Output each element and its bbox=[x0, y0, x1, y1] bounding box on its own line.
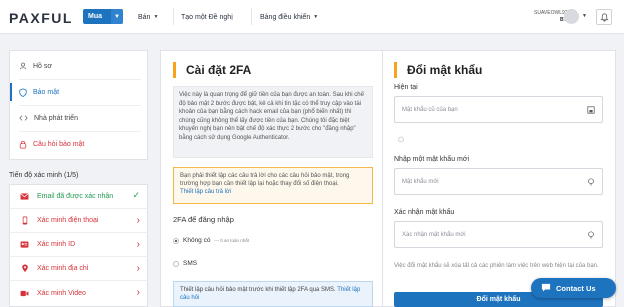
twofa-title: Cài đặt 2FA bbox=[186, 63, 252, 77]
paxful-logo[interactable]: PAXFUL bbox=[9, 10, 73, 26]
change-password-title: Đổi mật khẩu bbox=[407, 63, 483, 77]
verification-item-label: Xác minh điện thoại bbox=[37, 217, 99, 224]
title-accent-bar bbox=[394, 62, 397, 78]
verification-item-address[interactable]: Xác minh địa chỉ › bbox=[10, 257, 149, 281]
radio-label: SMS bbox=[183, 260, 198, 267]
nav-divider bbox=[251, 8, 252, 25]
confirm-password-placeholder: Xác nhận mật khẩu mới bbox=[402, 231, 466, 238]
new-password-placeholder: Mật khẩu mới bbox=[402, 178, 439, 185]
current-password-input[interactable]: Mật khẩu cũ của bạn bbox=[394, 96, 603, 123]
twofa-description: Việc này là quan trọng để giữ tiền của b… bbox=[173, 86, 373, 158]
phone-icon bbox=[20, 216, 29, 225]
sms-setup-info: Thiết lập câu hỏi bảo mật trước khi thiế… bbox=[173, 281, 373, 307]
envelope-icon bbox=[20, 192, 29, 201]
create-offer-link[interactable]: Tạo một Đề nghị bbox=[181, 10, 233, 24]
sidebar-item-developer[interactable]: Nhà phát triển bbox=[10, 106, 149, 130]
login-2fa-section-title: 2FA để đăng nhập bbox=[173, 215, 234, 224]
password-change-hint: Việc đổi mật khẩu sẽ xóa tất cả các phiê… bbox=[394, 263, 599, 269]
sidebar-item-security-questions[interactable]: Câu hỏi bảo mật bbox=[10, 132, 149, 156]
shield-icon bbox=[19, 87, 27, 97]
buy-label: Mua bbox=[88, 13, 102, 20]
id-card-icon bbox=[20, 240, 29, 249]
confirm-password-label: Xác nhận mật khẩu bbox=[394, 209, 455, 216]
verification-item-id[interactable]: Xác minh ID › bbox=[10, 233, 149, 257]
security-question-warning: Bạn phải thiết lập các câu trả lời cho c… bbox=[173, 167, 373, 204]
new-password-input[interactable]: Mật khẩu mới bbox=[394, 168, 603, 195]
avatar[interactable] bbox=[564, 9, 579, 24]
dashboard-dropdown[interactable]: Bảng điều khiển ▼ bbox=[260, 10, 318, 24]
password-manager-icon[interactable] bbox=[586, 105, 595, 114]
eye-icon[interactable] bbox=[397, 136, 405, 145]
info-text: Thiết lập câu hỏi bảo mật trước khi thiế… bbox=[180, 287, 336, 293]
chevron-down-icon: ▼ bbox=[153, 14, 159, 20]
verification-item-label: Xác minh ID bbox=[37, 241, 76, 248]
lock-icon bbox=[19, 140, 27, 148]
setup-answers-link[interactable]: Thiết lập câu trả lời bbox=[180, 189, 231, 195]
contact-us-button[interactable]: Contact Us bbox=[531, 278, 616, 298]
settings-sidebar: Hồ sơ Bảo mật Nhà phát triển Câu hỏi bảo… bbox=[9, 50, 148, 160]
warning-text: Bạn phải thiết lập các câu trả lời cho c… bbox=[180, 173, 350, 187]
notification-bell-icon[interactable] bbox=[596, 9, 612, 25]
radio-button[interactable] bbox=[173, 260, 179, 267]
person-icon bbox=[19, 62, 27, 70]
radio-option-none[interactable]: Không có — Ít an toàn nhất bbox=[173, 237, 249, 244]
verification-progress-label: Tiến độ xác minh (1/5) bbox=[9, 172, 79, 179]
verification-list: Email đã được xác nhận ✓ Xác minh điện t… bbox=[9, 184, 149, 307]
title-accent-bar bbox=[173, 62, 176, 78]
verification-item-email[interactable]: Email đã được xác nhận ✓ bbox=[10, 185, 149, 209]
create-offer-label: Tạo một Đề nghị bbox=[181, 13, 233, 21]
buy-dropdown-button[interactable]: Mua ▼ bbox=[83, 9, 123, 24]
video-icon bbox=[20, 289, 29, 298]
top-navigation-bar: PAXFUL Mua ▼ Bán ▼ Tạo một Đề nghị Bảng … bbox=[0, 0, 624, 34]
sidebar-item-security[interactable]: Bảo mật bbox=[10, 80, 149, 104]
confirm-password-input[interactable]: Xác nhận mật khẩu mới bbox=[394, 221, 603, 248]
sell-dropdown[interactable]: Bán ▼ bbox=[138, 10, 158, 24]
chevron-right-icon: › bbox=[136, 239, 140, 250]
verification-item-label: Xác minh Video bbox=[37, 289, 86, 297]
key-icon[interactable] bbox=[586, 230, 595, 239]
key-icon[interactable] bbox=[586, 177, 595, 186]
verification-item-video[interactable]: Xác minh Video › bbox=[10, 281, 149, 305]
contact-us-label: Contact Us bbox=[556, 283, 596, 293]
sidebar-item-label: Câu hỏi bảo mật bbox=[33, 140, 85, 148]
nav-divider bbox=[173, 8, 174, 25]
radio-label: Không có bbox=[183, 237, 211, 244]
current-password-label: Hiện tại bbox=[394, 84, 418, 91]
dashboard-label: Bảng điều khiển bbox=[260, 13, 311, 21]
radio-button[interactable] bbox=[173, 237, 179, 244]
chevron-down-icon: ▼ bbox=[313, 14, 319, 20]
current-password-placeholder: Mật khẩu cũ của bạn bbox=[402, 106, 458, 113]
verification-item-label: Xác minh địa chỉ bbox=[37, 265, 89, 272]
chat-bubble-icon bbox=[541, 283, 551, 294]
sidebar-item-label: Hồ sơ bbox=[33, 62, 52, 70]
location-icon bbox=[20, 264, 29, 273]
chevron-right-icon: › bbox=[136, 263, 140, 274]
chevron-down-icon[interactable]: ▼ bbox=[582, 13, 587, 19]
verification-item-label: Email đã được xác nhận bbox=[37, 193, 114, 200]
chevron-right-icon: › bbox=[136, 215, 140, 226]
sidebar-item-profile[interactable]: Hồ sơ bbox=[10, 54, 149, 78]
radio-option-sms[interactable]: SMS bbox=[173, 260, 197, 267]
verification-item-phone[interactable]: Xác minh điện thoại › bbox=[10, 209, 149, 233]
sidebar-item-label: Nhà phát triển bbox=[34, 114, 78, 122]
code-icon bbox=[19, 115, 28, 121]
sidebar-item-label: Bảo mật bbox=[33, 88, 60, 96]
sell-label: Bán bbox=[138, 13, 151, 21]
radio-sublabel: — Ít an toàn nhất bbox=[214, 238, 249, 243]
chevron-right-icon: › bbox=[136, 287, 140, 298]
chevron-down-icon: ▼ bbox=[111, 9, 123, 24]
checkmark-icon: ✓ bbox=[132, 190, 140, 200]
new-password-label: Nhập một mật khẩu mới bbox=[394, 156, 470, 163]
